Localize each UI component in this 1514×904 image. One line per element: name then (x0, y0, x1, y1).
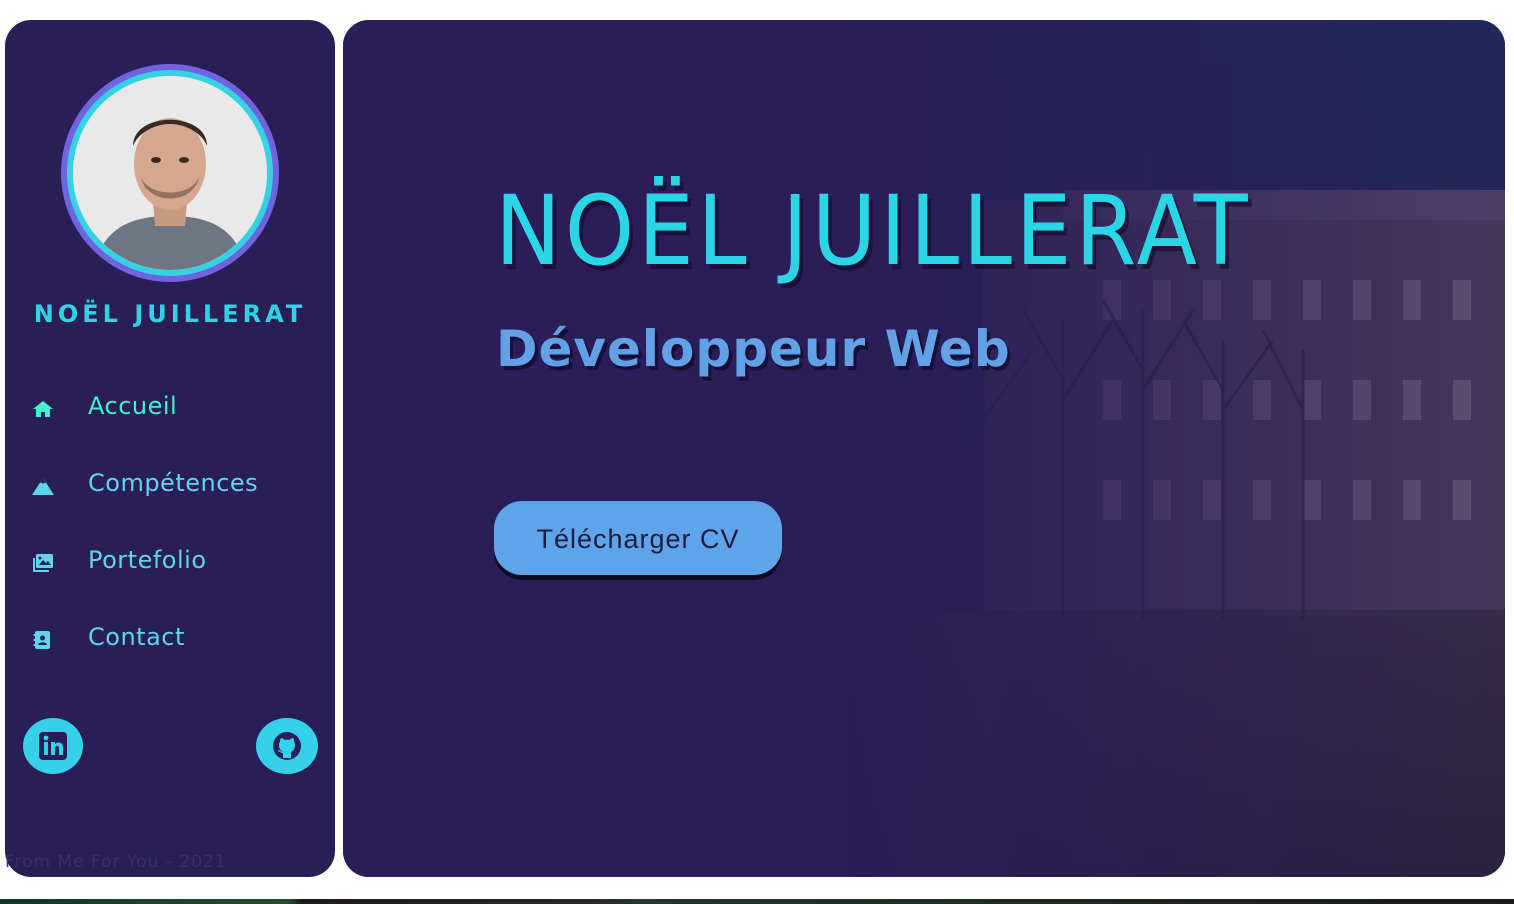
nav-item-competences[interactable]: Compétences (5, 463, 335, 540)
home-icon (31, 397, 55, 421)
nav-label: Portefolio (88, 546, 207, 574)
nav-item-accueil[interactable]: Accueil (5, 386, 335, 463)
github-icon (273, 732, 301, 760)
nav-item-contact[interactable]: Contact (5, 617, 335, 694)
github-button[interactable] (256, 718, 318, 774)
avatar-photo (73, 76, 267, 270)
linkedin-button[interactable] (23, 718, 83, 774)
nav-label: Contact (88, 623, 185, 651)
hero-background-image (343, 20, 1505, 877)
hero-panel: NOËL JUILLERAT Développeur Web Télécharg… (343, 20, 1505, 877)
nav-label: Accueil (88, 392, 178, 420)
mountain-icon (31, 474, 55, 498)
nav-item-portefolio[interactable]: Portefolio (5, 540, 335, 617)
sidebar-nav: Accueil Compétences Portefolio Contact (5, 386, 335, 694)
bottom-strip (0, 899, 1514, 904)
images-icon (31, 551, 55, 575)
footer-text: From Me For You - 2021 (5, 852, 227, 872)
avatar-ring (61, 64, 279, 282)
hero-name: NOËL JUILLERAT (495, 175, 1252, 287)
linkedin-icon (39, 732, 67, 760)
sidebar-name: NOËL JUILLERAT (33, 300, 307, 328)
address-book-icon (31, 628, 55, 652)
nav-label: Compétences (88, 469, 259, 497)
hero-role: Développeur Web (496, 320, 1011, 378)
download-cv-button[interactable]: Télécharger CV (494, 501, 782, 575)
sidebar: NOËL JUILLERAT Accueil Compétences Porte… (5, 20, 335, 877)
avatar (73, 76, 267, 270)
